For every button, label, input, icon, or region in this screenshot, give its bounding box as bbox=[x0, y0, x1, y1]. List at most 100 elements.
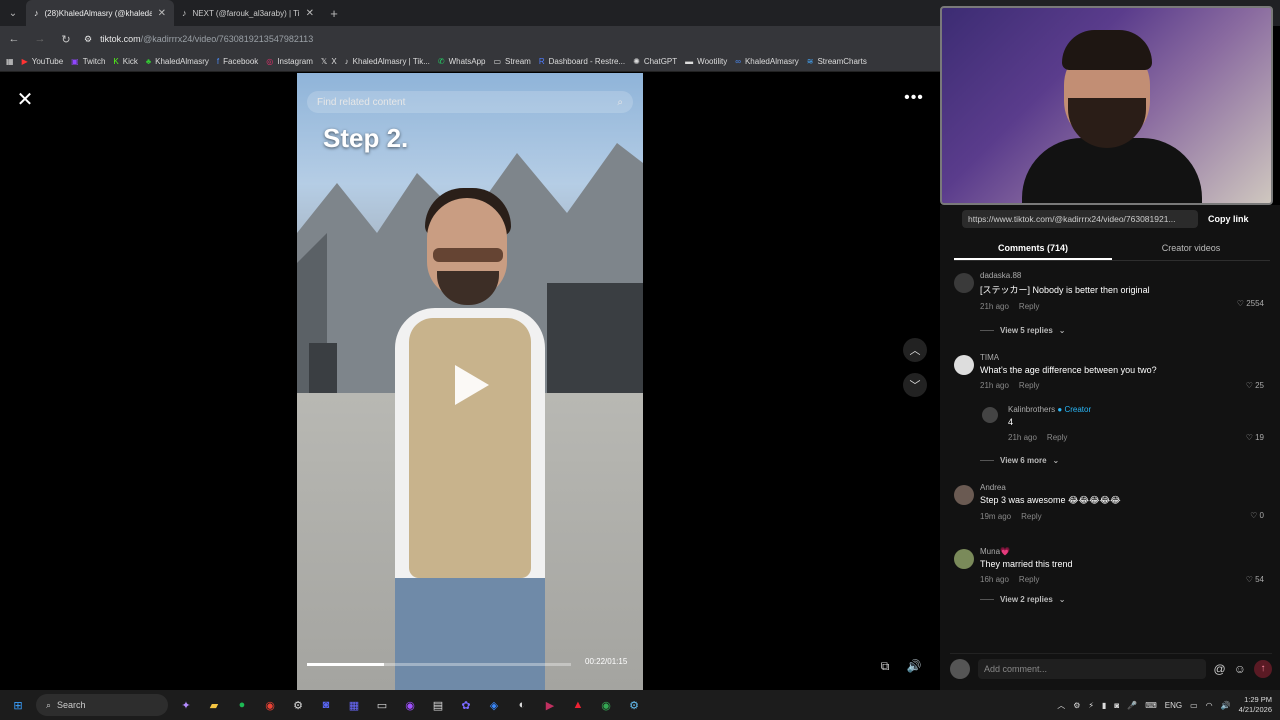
reply-button[interactable]: Reply bbox=[1021, 512, 1041, 521]
like-button[interactable]: ♡ 0 bbox=[1250, 511, 1264, 520]
send-arrow-icon[interactable]: ↑ bbox=[1254, 659, 1272, 678]
bookmark-twitch[interactable]: ▣ Twitch bbox=[71, 57, 105, 66]
chevron-down-icon[interactable]: ﹀ bbox=[903, 373, 927, 397]
red-app-icon[interactable]: ▲ bbox=[568, 695, 588, 715]
site-info-icon[interactable]: ⚙ bbox=[84, 34, 92, 45]
bookmark-kick[interactable]: K Kick bbox=[113, 57, 137, 66]
new-tab-button[interactable]: + bbox=[322, 6, 346, 21]
bookmark-youtube[interactable]: ▶ YouTube bbox=[22, 57, 64, 66]
avatar[interactable] bbox=[954, 485, 974, 505]
chevron-up-icon[interactable]: ︿ bbox=[903, 338, 927, 362]
dark-app-icon[interactable]: ◐ bbox=[512, 695, 532, 715]
calendar-app-icon[interactable]: ▤ bbox=[428, 695, 448, 715]
comment-username[interactable]: dadaska.88 bbox=[980, 271, 1270, 280]
wifi-icon[interactable]: ◠ bbox=[1206, 701, 1213, 710]
add-comment-input[interactable]: Add comment... bbox=[978, 658, 1206, 679]
windows-start-icon[interactable]: ⊞ bbox=[8, 695, 28, 715]
language-indicator[interactable]: ENG bbox=[1165, 701, 1182, 710]
taskbar-search-box[interactable]: ⌕ Search bbox=[36, 694, 168, 716]
emoji-icon[interactable]: ☺ bbox=[1234, 662, 1246, 676]
reload-icon[interactable]: ↻ bbox=[58, 33, 74, 46]
bookmark-whatsapp[interactable]: ✆ WhatsApp bbox=[438, 57, 486, 66]
play-icon[interactable] bbox=[455, 365, 489, 405]
close-tab-icon[interactable]: ✕ bbox=[158, 8, 166, 19]
tab-comments[interactable]: Comments (714) bbox=[954, 237, 1112, 260]
like-button[interactable]: ♡ 54 bbox=[1246, 575, 1264, 584]
close-tab-icon[interactable]: ✕ bbox=[306, 8, 314, 19]
view-more-replies-button[interactable]: View 6 more ⌄ bbox=[980, 451, 1270, 469]
purple-app-icon[interactable]: ◉ bbox=[400, 695, 420, 715]
back-arrow-icon[interactable]: ← bbox=[6, 33, 22, 45]
like-button[interactable]: ♡ 25 bbox=[1246, 381, 1264, 390]
avatar[interactable] bbox=[982, 407, 998, 423]
reply-button[interactable]: Reply bbox=[1047, 433, 1067, 442]
network-tray-icon[interactable]: ⚡ bbox=[1088, 701, 1094, 710]
picture-in-picture-icon[interactable]: ⧉ bbox=[874, 655, 896, 677]
keyboard-tray-icon[interactable]: ⌨ bbox=[1145, 701, 1157, 710]
related-search-input[interactable]: Find related content ⌕ bbox=[307, 91, 633, 113]
comment-username[interactable]: TIMA bbox=[980, 353, 1270, 362]
comment-username[interactable]: Muna💗 bbox=[980, 547, 1270, 556]
mention-icon[interactable]: @ bbox=[1214, 662, 1226, 676]
like-button[interactable]: ♡ 2554 bbox=[1237, 299, 1264, 308]
bookmark-restream[interactable]: R Dashboard - Restre... bbox=[539, 57, 625, 66]
discord-tray-icon[interactable]: ◙ bbox=[1114, 701, 1119, 710]
multicolor-app-icon[interactable]: ✿ bbox=[456, 695, 476, 715]
bookmark-instagram[interactable]: ◎ Instagram bbox=[266, 57, 313, 66]
grid-app-icon[interactable]: ▦ bbox=[344, 695, 364, 715]
blue-app-icon[interactable]: ◈ bbox=[484, 695, 504, 715]
reply-button[interactable]: Reply bbox=[1019, 302, 1039, 311]
bookmark-khaledalmasry[interactable]: ♣ KhaledAlmasry bbox=[146, 57, 209, 66]
bookmark-chatgpt[interactable]: ✺ ChatGPT bbox=[633, 57, 677, 66]
bookmark-facebook[interactable]: f Facebook bbox=[217, 57, 258, 66]
video-editor-icon[interactable]: ▶ bbox=[540, 695, 560, 715]
video-player[interactable]: Find related content ⌕ Step 2. 00:22/01:… bbox=[297, 73, 643, 690]
close-icon[interactable]: ✕ bbox=[14, 89, 36, 111]
tab-creator-videos[interactable]: Creator videos bbox=[1112, 237, 1270, 260]
search-icon[interactable]: ⌕ bbox=[617, 97, 623, 108]
comment-username[interactable]: Kalinbrothers ● Creator bbox=[1008, 405, 1270, 414]
bookmark-stream[interactable]: ▭ Stream bbox=[493, 57, 530, 66]
battery-tray-icon[interactable]: ▮ bbox=[1102, 701, 1106, 710]
spotify-icon[interactable]: ● bbox=[232, 695, 252, 715]
reply-button[interactable]: Reply bbox=[1019, 575, 1039, 584]
like-button[interactable]: ♡ 19 bbox=[1246, 433, 1264, 442]
file-explorer-icon[interactable]: ▰ bbox=[204, 695, 224, 715]
share-url-field[interactable]: https://www.tiktok.com/@kadirrrx24/video… bbox=[962, 210, 1198, 228]
clock[interactable]: 1:29 PM 4/21/2026 bbox=[1239, 695, 1272, 715]
discord-icon[interactable]: ◙ bbox=[316, 695, 336, 715]
bookmark-meta[interactable]: ∞ KhaledAlmasry bbox=[735, 57, 799, 66]
more-options-icon[interactable]: ••• bbox=[902, 89, 926, 111]
avatar[interactable] bbox=[954, 549, 974, 569]
bookmark-streamcharts[interactable]: ≋ StreamCharts bbox=[807, 57, 867, 66]
apps-grid-icon[interactable]: ▦ bbox=[6, 57, 14, 66]
chevron-up-icon[interactable]: ︿ bbox=[1057, 700, 1065, 711]
chrome-icon[interactable]: ◉ bbox=[260, 695, 280, 715]
avatar[interactable] bbox=[954, 273, 974, 293]
steam-icon[interactable]: ⚙ bbox=[624, 695, 644, 715]
view-replies-button[interactable]: View 5 replies ⌄ bbox=[980, 321, 1270, 339]
reply-button[interactable]: Reply bbox=[1019, 381, 1039, 390]
bookmark-tiktok[interactable]: ♪ KhaledAlmasry | Tik... bbox=[345, 57, 430, 66]
chrome-second-icon[interactable]: ◉ bbox=[596, 695, 616, 715]
tab-search-chevron-icon[interactable]: ⌄ bbox=[0, 0, 26, 26]
copilot-icon[interactable]: ✦ bbox=[176, 695, 196, 715]
view-replies-button[interactable]: View 2 replies ⌄ bbox=[980, 595, 1270, 604]
copy-link-button[interactable]: Copy link bbox=[1208, 214, 1249, 224]
microphone-tray-icon[interactable]: 🎤 bbox=[1127, 701, 1137, 710]
bookmark-wootility[interactable]: ▬ Wootility bbox=[685, 57, 727, 66]
volume-icon[interactable]: 🔊 bbox=[903, 655, 925, 677]
avatar[interactable] bbox=[954, 355, 974, 375]
settings-icon[interactable]: ⚙ bbox=[288, 695, 308, 715]
speaker-icon[interactable]: 🔊 bbox=[1221, 701, 1231, 710]
address-bar[interactable]: ⚙ tiktok.com/@kadirrrx24/video/763081921… bbox=[84, 29, 940, 49]
browser-tab-1[interactable]: ♪ (28)KhaledAlmasry (@khaledal ✕ bbox=[26, 0, 174, 26]
comment-username[interactable]: Andrea bbox=[980, 483, 1270, 492]
bookmark-x[interactable]: 𝕏X bbox=[321, 57, 337, 66]
steam-tray-icon[interactable]: ⚙ bbox=[1073, 701, 1080, 710]
terminal-icon[interactable]: ▭ bbox=[372, 695, 392, 715]
browser-tab-2[interactable]: ♪ NEXT (@farouk_al3araby) | TikT ✕ bbox=[174, 0, 322, 26]
video-progress-bar[interactable] bbox=[307, 663, 571, 666]
forward-arrow-icon[interactable]: → bbox=[32, 33, 48, 45]
display-tray-icon[interactable]: ▭ bbox=[1190, 701, 1198, 710]
